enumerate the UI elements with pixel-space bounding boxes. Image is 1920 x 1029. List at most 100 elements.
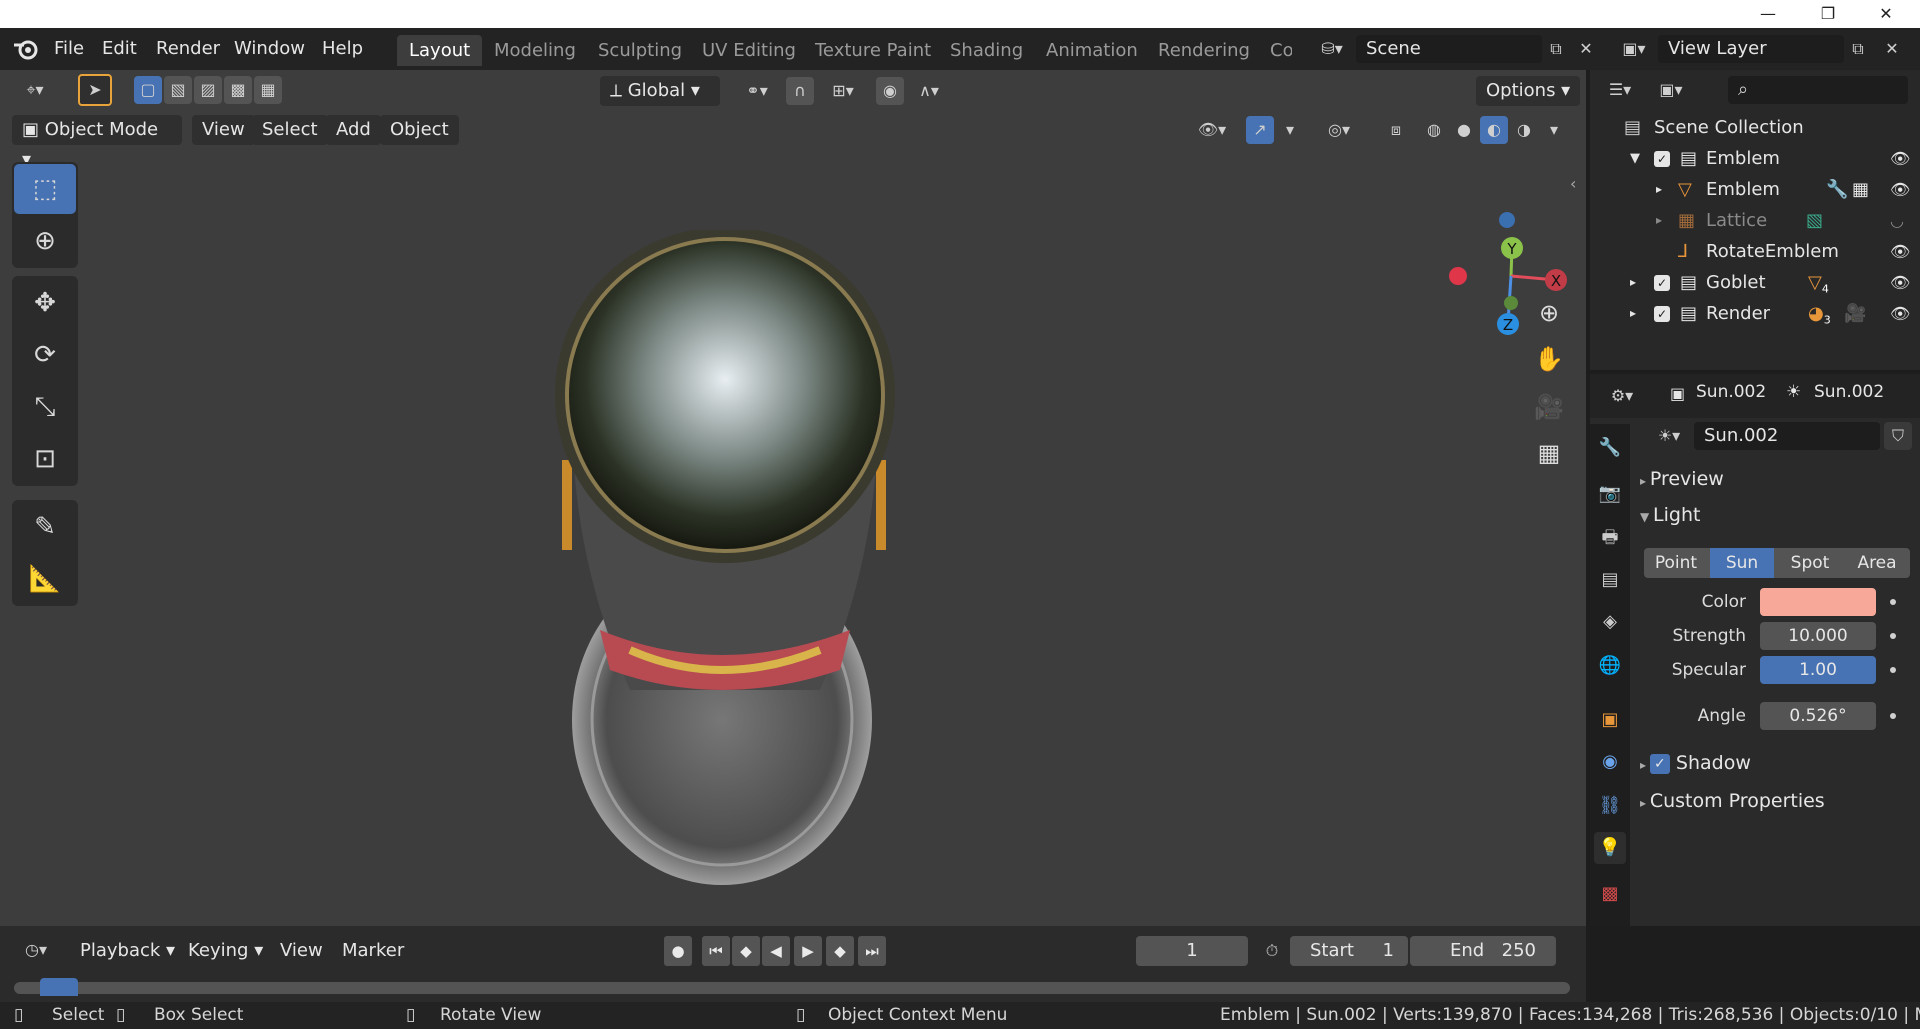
solid-shading-icon[interactable]: ● [1450, 116, 1478, 144]
proportional-edit-icon[interactable]: ◉ [876, 77, 904, 105]
play-icon[interactable]: ▶ [794, 936, 822, 966]
record-icon[interactable]: ● [664, 936, 692, 966]
end-frame-field[interactable]: End 250 [1410, 936, 1556, 966]
shading-dropdown-icon[interactable]: ▾ [1540, 116, 1568, 144]
timeline-scrollbar[interactable] [14, 982, 1570, 994]
menu-object[interactable]: Object [380, 115, 459, 145]
texture-tab-icon[interactable]: ▩ [1594, 878, 1626, 910]
view-layer-name-field[interactable]: View Layer [1658, 35, 1844, 63]
menu-help[interactable]: Help [312, 36, 373, 62]
keying-menu[interactable]: Keying ▾ [180, 936, 271, 966]
timeline-editor-icon[interactable]: ◷▾ [14, 936, 58, 966]
minimize-button[interactable]: — [1740, 0, 1796, 28]
menu-window[interactable]: Window [224, 36, 315, 62]
transform-orientation-dropdown[interactable]: ⟂ Global ▾ [600, 76, 720, 106]
tab-compositing[interactable]: Co [1258, 35, 1292, 66]
visibility-icon[interactable]: 👁▾ [1190, 116, 1234, 144]
timeline-view-menu[interactable]: View [272, 936, 331, 966]
eye-icon[interactable]: 👁 [1890, 298, 1910, 329]
outliner-row[interactable]: ▸ ▽ Emblem 🔧 ▦ 👁 [1590, 174, 1920, 205]
menu-render[interactable]: Render [146, 36, 230, 62]
animate-dot[interactable] [1890, 633, 1896, 639]
rotate-tool-icon[interactable]: ⟳ [14, 330, 76, 380]
next-keyframe-icon[interactable]: ◆ [826, 936, 854, 966]
properties-editor-icon[interactable]: ⚙▾ [1600, 382, 1644, 410]
select-box-tool-icon[interactable]: ⬚ [14, 164, 76, 214]
light-type-sun[interactable]: Sun [1710, 548, 1774, 578]
move-tool-icon[interactable]: ✥ [14, 278, 76, 328]
strength-field[interactable]: 10.000 [1760, 622, 1876, 650]
blender-logo-icon[interactable] [12, 37, 40, 61]
playback-menu[interactable]: Playback ▾ [72, 936, 183, 966]
marker-menu[interactable]: Marker [334, 936, 412, 966]
menu-view[interactable]: View [192, 115, 255, 145]
eye-icon[interactable]: 👁 [1890, 267, 1910, 298]
tab-modeling[interactable]: Modeling [482, 35, 588, 66]
eye-icon[interactable]: 👁 [1890, 143, 1910, 174]
delete-scene-icon[interactable]: ✕ [1572, 35, 1600, 63]
snap-toggle-icon[interactable]: ∩ [786, 77, 814, 105]
outliner-search-input[interactable]: ⌕ [1728, 76, 1908, 104]
expand-arrow-icon[interactable]: ▸ [1656, 174, 1662, 205]
xray-icon[interactable]: ⧈ [1382, 116, 1410, 144]
constraints-tab-icon[interactable]: ⛓ [1594, 790, 1626, 822]
angle-field[interactable]: 0.526° [1760, 702, 1876, 730]
view-layer-tab-icon[interactable]: ▤ [1594, 564, 1626, 596]
output-tab-icon[interactable]: 🖶 [1594, 522, 1626, 554]
custom-properties-header[interactable]: ▸ Custom Properties [1640, 786, 1825, 816]
menu-add[interactable]: Add [326, 115, 381, 145]
tab-layout[interactable]: Layout [397, 35, 483, 66]
scene-tab-icon[interactable]: ◈ [1594, 606, 1626, 638]
material-shading-icon[interactable]: ◐ [1480, 116, 1508, 144]
zoom-icon[interactable]: ⊕ [1528, 292, 1570, 334]
menu-edit[interactable]: Edit [92, 36, 147, 62]
expand-arrow-icon[interactable]: ▸ [1630, 298, 1636, 329]
fake-user-shield-icon[interactable]: ⛉ [1884, 422, 1912, 450]
render-tab-icon[interactable]: 📷 [1594, 478, 1626, 510]
eye-closed-icon[interactable]: ◡ [1890, 205, 1904, 236]
tab-sculpting[interactable]: Sculpting [586, 35, 694, 66]
menu-file[interactable]: File [44, 36, 94, 62]
animate-dot[interactable] [1890, 713, 1896, 719]
select-mode-subtract-icon[interactable]: ▨ [194, 76, 222, 104]
modifier-wrench-icon[interactable]: 🔧 [1826, 174, 1848, 205]
select-mode-new-icon[interactable]: ▢ [134, 76, 162, 104]
select-tool-icon[interactable]: ➤ [78, 74, 112, 106]
animate-dot[interactable] [1890, 599, 1896, 605]
outliner-row[interactable]: ▸ ✓ ▤ Goblet ▽4 👁 [1590, 267, 1920, 298]
sidebar-toggle-icon[interactable]: ‹ [1570, 174, 1576, 193]
light-type-area[interactable]: Area [1844, 548, 1910, 578]
current-frame-field[interactable]: 1 [1136, 936, 1248, 966]
light-group-icon[interactable]: ◕3 [1808, 298, 1831, 336]
new-scene-icon[interactable]: ⧉ [1542, 35, 1570, 63]
close-window-button[interactable]: ✕ [1858, 0, 1914, 28]
jump-start-icon[interactable]: ⏮ [702, 936, 730, 966]
falloff-icon[interactable]: ∧▾ [906, 77, 952, 105]
expand-arrow-icon[interactable]: ▼ [1630, 143, 1640, 174]
cursor-tool-icon[interactable]: ⊕ [14, 216, 76, 266]
prev-keyframe-icon[interactable]: ◆ [732, 936, 760, 966]
light-data-tab-icon[interactable]: 💡 [1594, 832, 1626, 864]
pan-hand-icon[interactable]: ✋ [1528, 338, 1570, 380]
eye-icon[interactable]: 👁 [1890, 236, 1910, 267]
expand-arrow-icon[interactable]: ▸ [1630, 267, 1636, 298]
tab-texture-paint[interactable]: Texture Paint [803, 35, 943, 66]
menu-select[interactable]: Select [252, 115, 328, 145]
play-reverse-icon[interactable]: ◀ [762, 936, 790, 966]
view-layer-selector-icon[interactable]: ▣▾ [1614, 35, 1654, 63]
outliner-row[interactable]: ▸ ▦ Lattice ▧ ◡ [1590, 205, 1920, 236]
eye-icon[interactable]: 👁 [1890, 174, 1910, 205]
select-mode-invert-icon[interactable]: ▩ [224, 76, 252, 104]
options-dropdown[interactable]: Options ▾ [1476, 76, 1581, 106]
light-panel-header[interactable]: ▼ Light [1640, 500, 1700, 530]
outliner-row[interactable]: ⅃ RotateEmblem 👁 [1590, 236, 1920, 267]
tab-animation[interactable]: Animation [1034, 35, 1150, 66]
camera-view-icon[interactable]: 🎥 [1528, 386, 1570, 428]
light-datablock-icon[interactable]: ☀▾ [1646, 422, 1692, 450]
ortho-grid-icon[interactable]: ▦ [1528, 432, 1570, 474]
tab-uv-editing[interactable]: UV Editing [690, 35, 808, 66]
outliner-editor-icon[interactable]: ☰▾ [1600, 76, 1640, 104]
tab-shading[interactable]: Shading [938, 35, 1035, 66]
preview-panel-header[interactable]: ▸ Preview [1640, 464, 1724, 494]
playhead[interactable] [40, 978, 78, 996]
